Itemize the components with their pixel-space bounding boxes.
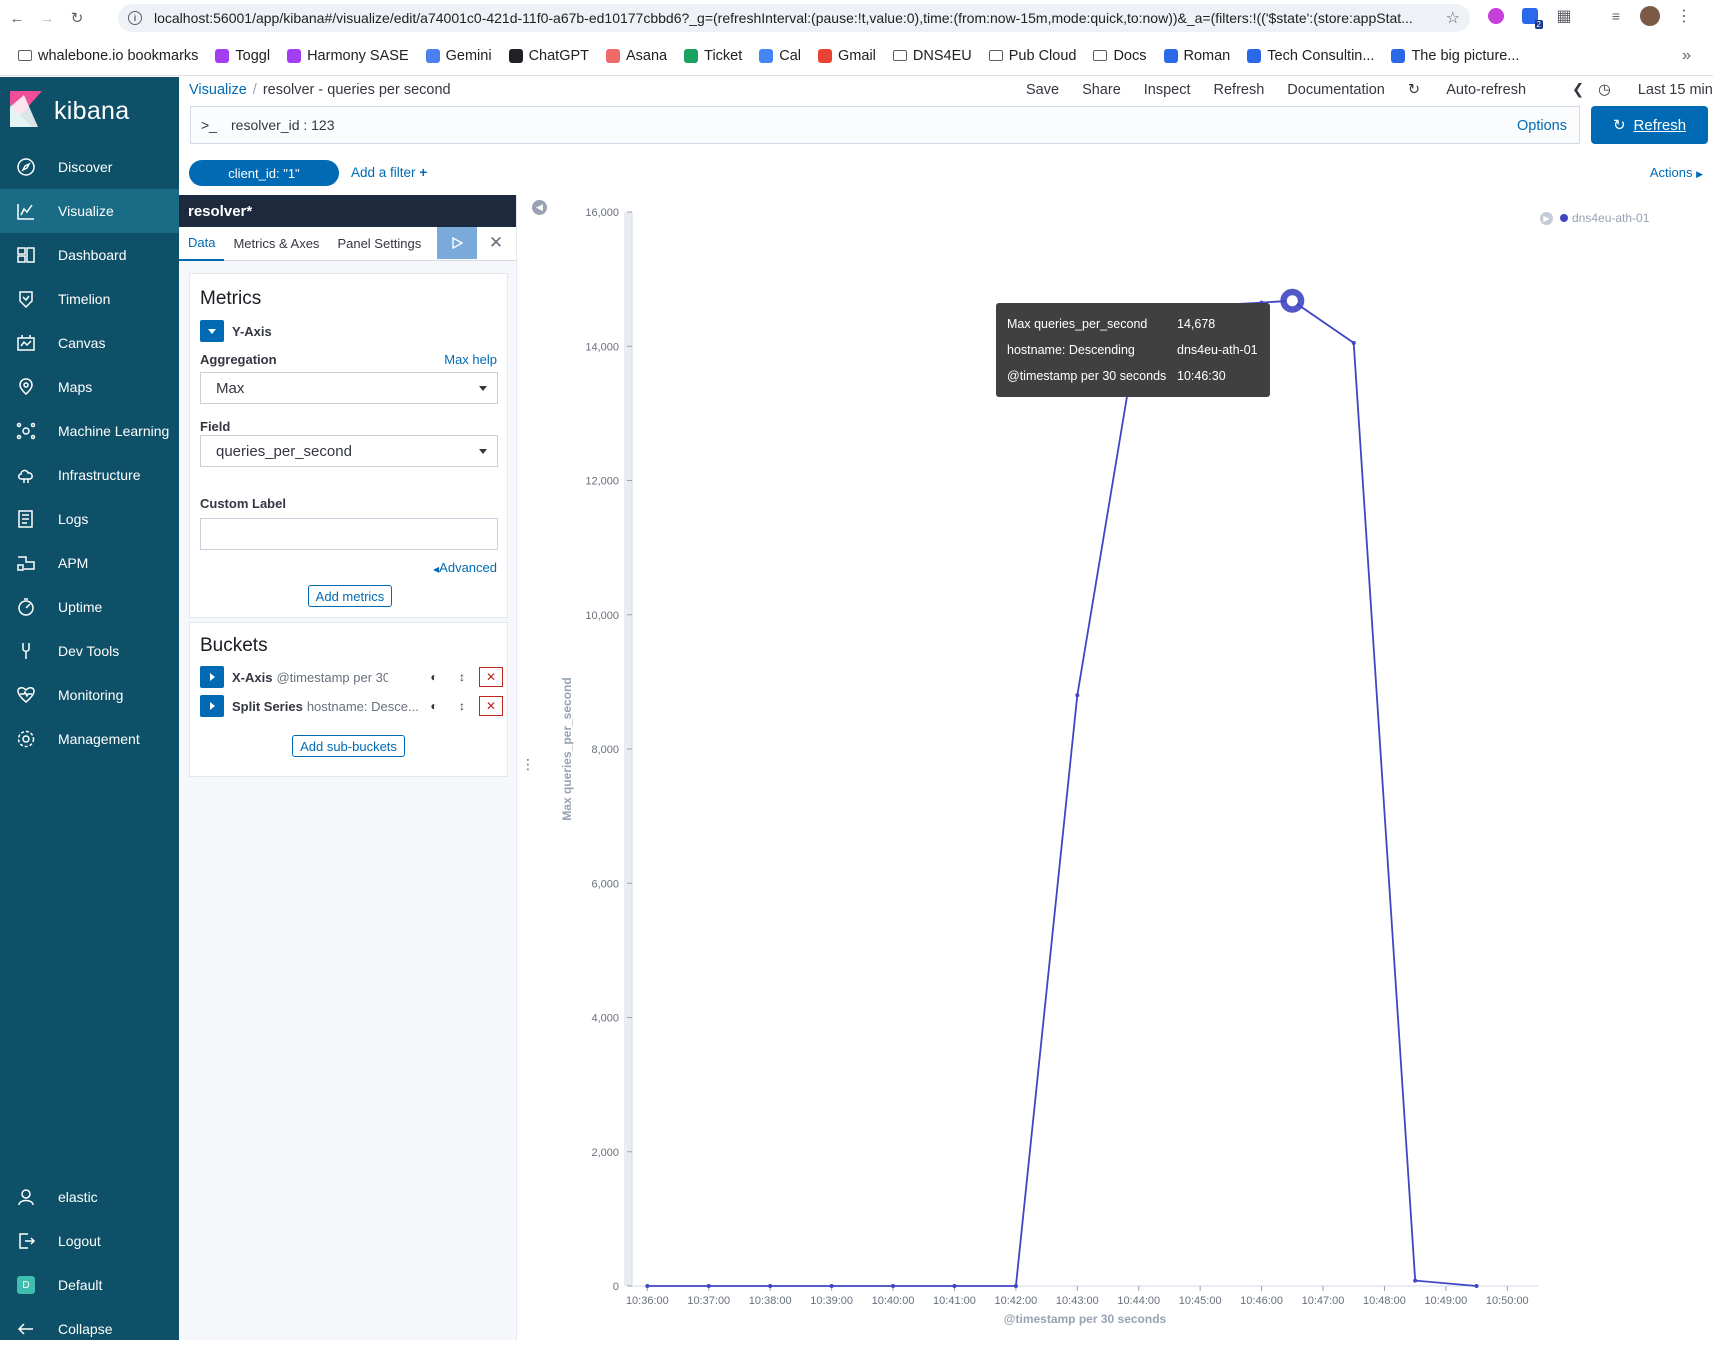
x-tick-label: 10:45:00 [1179,1295,1222,1307]
y-axis-title: Max queries_per_second [560,677,574,820]
data-point[interactable] [1413,1278,1418,1283]
x-tick-label: 10:42:00 [994,1295,1037,1307]
highlighted-point-core [1286,295,1298,307]
y-tick-label: 4,000 [591,1013,619,1025]
data-point[interactable] [706,1284,711,1288]
data-point[interactable] [1075,693,1080,698]
x-tick-label: 10:37:00 [687,1295,730,1307]
y-tick-label: 0 [613,1281,619,1293]
chart-legend: ▶ dns4eu-ath-01 [1540,211,1649,225]
x-tick-label: 10:49:00 [1424,1295,1467,1307]
data-point[interactable] [829,1284,834,1288]
tooltip-key: hostname: Descending [1007,343,1135,357]
data-point[interactable] [891,1284,896,1288]
legend-color-dot [1560,214,1568,222]
data-point[interactable] [768,1284,773,1288]
data-point[interactable] [645,1284,650,1288]
x-tick-label: 10:40:00 [872,1295,915,1307]
chart-tooltip: Max queries_per_second 14,678 hostname: D… [996,303,1270,397]
x-tick-label: 10:50:00 [1486,1295,1529,1307]
data-point[interactable] [1351,340,1356,345]
legend-series-label[interactable]: dns4eu-ath-01 [1572,211,1649,225]
data-point[interactable] [1013,1284,1018,1288]
tooltip-value: 14,678 [1177,317,1216,331]
y-tick-label: 10,000 [585,610,619,622]
y-tick-label: 8,000 [591,744,619,756]
y-tick-label: 6,000 [591,878,619,890]
data-point[interactable] [952,1284,957,1288]
x-tick-label: 10:38:00 [749,1295,792,1307]
x-tick-label: 10:36:00 [626,1295,669,1307]
x-tick-label: 10:47:00 [1302,1295,1345,1307]
x-tick-label: 10:39:00 [810,1295,853,1307]
legend-toggle-icon[interactable]: ▶ [1540,211,1553,225]
data-point[interactable] [1474,1284,1479,1288]
tooltip-value: 10:46:30 [1177,369,1226,383]
y-tick-label: 12,000 [585,476,619,488]
line-chart: 0 2,000 4,000 6,000 8,000 10,000 12,000 14,000 1… [560,207,1538,1326]
x-axis-title: @timestamp per 30 seconds [1004,1312,1167,1326]
x-tick-label: 10:48:00 [1363,1295,1406,1307]
y-tick-label: 2,000 [591,1147,619,1159]
tooltip-key: @timestamp per 30 seconds [1007,369,1167,383]
tooltip-value: dns4eu-ath-01 [1177,343,1258,357]
x-tick-label: 10:44:00 [1117,1295,1160,1307]
x-tick-label: 10:46:00 [1240,1295,1283,1307]
x-tick-label: 10:41:00 [933,1295,976,1307]
tooltip-key: Max queries_per_second [1007,317,1148,331]
series-line [647,299,1477,1287]
x-tick-label: 10:43:00 [1056,1295,1099,1307]
y-tick-label: 16,000 [585,207,619,219]
y-tick-label: 14,000 [585,341,619,353]
